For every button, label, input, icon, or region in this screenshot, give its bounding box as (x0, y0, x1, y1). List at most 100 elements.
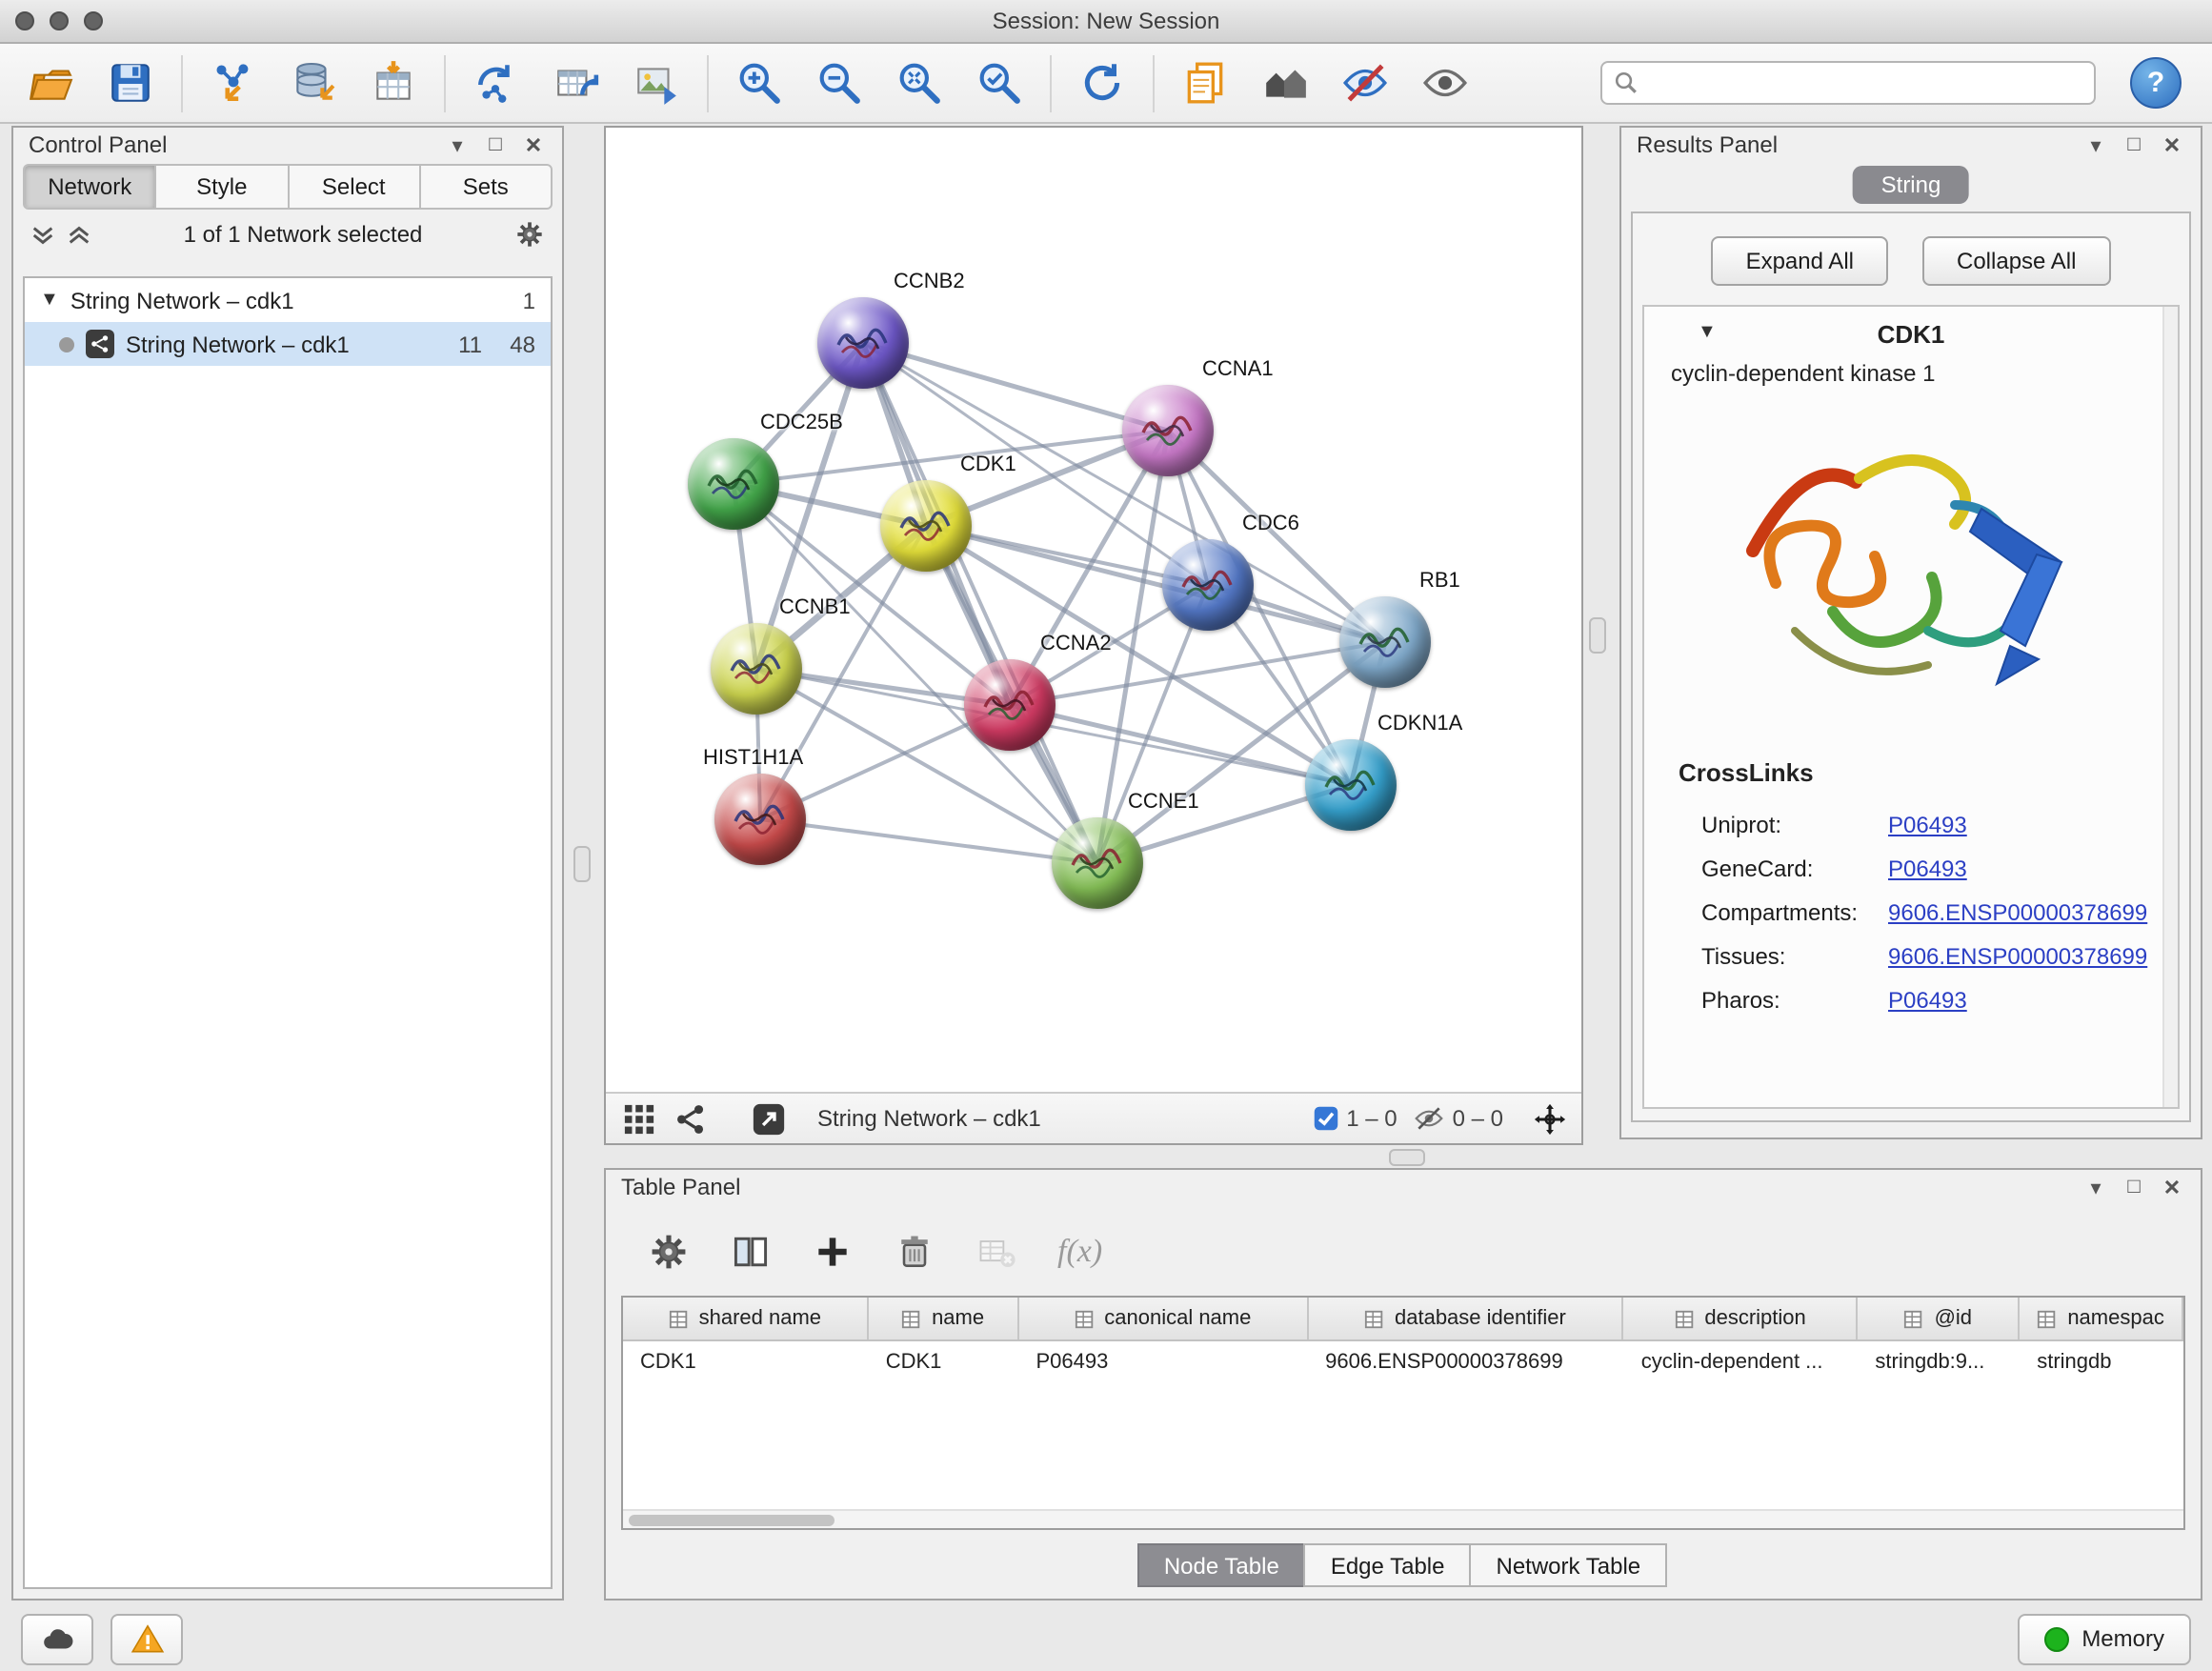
panel-close-icon[interactable]: ✕ (520, 132, 547, 157)
crosslink-value[interactable]: 9606.ENSP00000378699 (1888, 942, 2147, 969)
tab-style[interactable]: Style (157, 166, 290, 208)
column-header-canonical-name[interactable]: canonical name (1019, 1298, 1309, 1339)
tab-network[interactable]: Network (25, 166, 157, 208)
column-header-database-identifier[interactable]: database identifier (1308, 1298, 1624, 1339)
node-label-ccnb2: CCNB2 (894, 271, 965, 293)
tab-network-table[interactable]: Network Table (1470, 1543, 1668, 1587)
new-network-button[interactable] (471, 57, 522, 109)
network-node-ccnb1[interactable] (711, 623, 802, 715)
show-hide-button[interactable] (1419, 57, 1471, 109)
refresh-layout-button[interactable] (1076, 57, 1128, 109)
network-collection-row[interactable]: ▼ String Network – cdk1 1 (25, 278, 551, 322)
network-node-ccnb2[interactable] (817, 297, 909, 389)
panel-close-icon[interactable]: ✕ (2159, 1175, 2185, 1199)
table-row[interactable]: CDK1CDK1P064939606.ENSP00000378699cyclin… (623, 1341, 2183, 1381)
tab-string[interactable]: String (1853, 166, 1970, 204)
cloud-button[interactable] (21, 1613, 93, 1664)
scrollbar-thumb[interactable] (629, 1514, 835, 1525)
network-tree: ▼ String Network – cdk1 1 String Network… (23, 276, 553, 1589)
warnings-button[interactable] (111, 1613, 183, 1664)
show-columns-icon[interactable] (730, 1231, 772, 1273)
table-settings-gear-icon[interactable] (648, 1231, 690, 1273)
export-image-button[interactable] (631, 57, 682, 109)
column-header-namespac[interactable]: namespac (2020, 1298, 2183, 1339)
tree-expand-caret-icon[interactable]: ▼ (40, 290, 59, 311)
open-session-button[interactable] (25, 57, 76, 109)
panel-close-icon[interactable]: ✕ (2159, 132, 2185, 157)
network-node-hist1h1a[interactable] (714, 774, 806, 865)
panel-float-icon[interactable]: □ (482, 133, 509, 156)
fit-content-crosshair-icon[interactable] (1532, 1101, 1566, 1136)
zoom-out-button[interactable] (814, 57, 865, 109)
network-node-cdkn1a[interactable] (1305, 739, 1397, 831)
network-from-table-button[interactable] (551, 57, 602, 109)
crosslink-label: Pharos: (1701, 986, 1888, 1013)
panel-collapse-icon[interactable]: ▾ (2082, 132, 2109, 157)
tab-edge-table[interactable]: Edge Table (1304, 1543, 1472, 1587)
panel-collapse-icon[interactable]: ▾ (444, 132, 471, 157)
network-node-ccne1[interactable] (1052, 817, 1143, 909)
open-in-new-window-icon[interactable] (751, 1101, 785, 1136)
vertical-splitter-left[interactable] (573, 846, 591, 882)
expand-all-tree-icon[interactable] (30, 222, 55, 247)
horizontal-splitter[interactable] (1389, 1149, 1425, 1166)
delete-column-trash-icon[interactable] (894, 1231, 935, 1273)
network-canvas[interactable]: CCNB2 CCNA1 CDC25B CDK1 CDC6 RB1 CCNB1 C… (606, 128, 1581, 1094)
network-node-rb1[interactable] (1339, 596, 1431, 688)
results-scrollbar[interactable] (2162, 307, 2178, 1107)
crosslink-value[interactable]: P06493 (1888, 855, 1967, 881)
network-share-icon[interactable] (673, 1101, 707, 1136)
tab-sets[interactable]: Sets (421, 166, 552, 208)
column-header-name[interactable]: name (869, 1298, 1019, 1339)
network-row-label: String Network – cdk1 (126, 331, 350, 357)
tab-select[interactable]: Select (289, 166, 421, 208)
hidden-eye-slash-icon (1415, 1103, 1445, 1134)
network-row-selected[interactable]: String Network – cdk1 11 48 (25, 322, 551, 366)
collapse-all-button[interactable]: Collapse All (1922, 236, 2110, 286)
add-column-icon[interactable] (812, 1231, 854, 1273)
help-button[interactable]: ? (2130, 57, 2182, 109)
network-node-cdk1[interactable] (880, 480, 972, 572)
network-node-cdc6[interactable] (1162, 539, 1254, 631)
panel-float-icon[interactable]: □ (2121, 133, 2147, 156)
import-network-button[interactable] (208, 57, 259, 109)
node-label-cdc25b: CDC25B (760, 412, 843, 434)
zoom-in-button[interactable] (734, 57, 785, 109)
crosslink-value[interactable]: P06493 (1888, 811, 1967, 837)
home-networks-button[interactable] (1259, 57, 1311, 109)
panel-float-icon[interactable]: □ (2121, 1176, 2147, 1198)
birds-eye-view-icon[interactable] (621, 1101, 655, 1136)
column-header-id[interactable]: @id (1858, 1298, 2020, 1339)
memory-button[interactable]: Memory (2017, 1613, 2191, 1664)
zoom-selected-button[interactable] (974, 57, 1025, 109)
control-panel: Control Panel ▾ □ ✕ NetworkStyleSelectSe… (11, 126, 564, 1601)
zoom-fit-button[interactable] (894, 57, 945, 109)
search-field[interactable] (1600, 61, 2096, 105)
table-horizontal-scrollbar[interactable] (623, 1509, 2183, 1528)
vertical-splitter-right[interactable] (1589, 617, 1606, 654)
network-node-ccna2[interactable] (964, 659, 1056, 751)
collapse-all-tree-icon[interactable] (67, 222, 91, 247)
network-collection-count: 1 (523, 287, 535, 313)
crosslink-value[interactable]: 9606.ENSP00000378699 (1888, 898, 2147, 925)
panel-collapse-icon[interactable]: ▾ (2082, 1175, 2109, 1199)
crosslink-value[interactable]: P06493 (1888, 986, 1967, 1013)
network-node-ccna1[interactable] (1122, 385, 1214, 476)
tab-node-table[interactable]: Node Table (1137, 1543, 1306, 1587)
import-table-button[interactable] (368, 57, 419, 109)
network-node-cdc25b[interactable] (688, 438, 779, 530)
table-cell: cyclin-dependent ... (1624, 1341, 1859, 1381)
gear-icon[interactable] (514, 219, 545, 250)
network-view: CCNB2 CCNA1 CDC25B CDK1 CDC6 RB1 CCNB1 C… (604, 126, 1583, 1145)
hide-visual-mapping-button[interactable] (1339, 57, 1391, 109)
duplicate-document-button[interactable] (1179, 57, 1231, 109)
column-header-shared-name[interactable]: shared name (623, 1298, 869, 1339)
entry-collapse-caret-icon[interactable]: ▼ (1698, 322, 1717, 343)
import-database-button[interactable] (288, 57, 339, 109)
save-session-button[interactable] (105, 57, 156, 109)
column-header-description[interactable]: description (1624, 1298, 1859, 1339)
search-input[interactable] (1648, 70, 2082, 96)
crosslinks-list: Uniprot:P06493GeneCard:P06493Compartment… (1644, 802, 2178, 1021)
function-builder-button[interactable]: f(x) (1057, 1233, 1102, 1271)
expand-all-button[interactable]: Expand All (1712, 236, 1888, 286)
